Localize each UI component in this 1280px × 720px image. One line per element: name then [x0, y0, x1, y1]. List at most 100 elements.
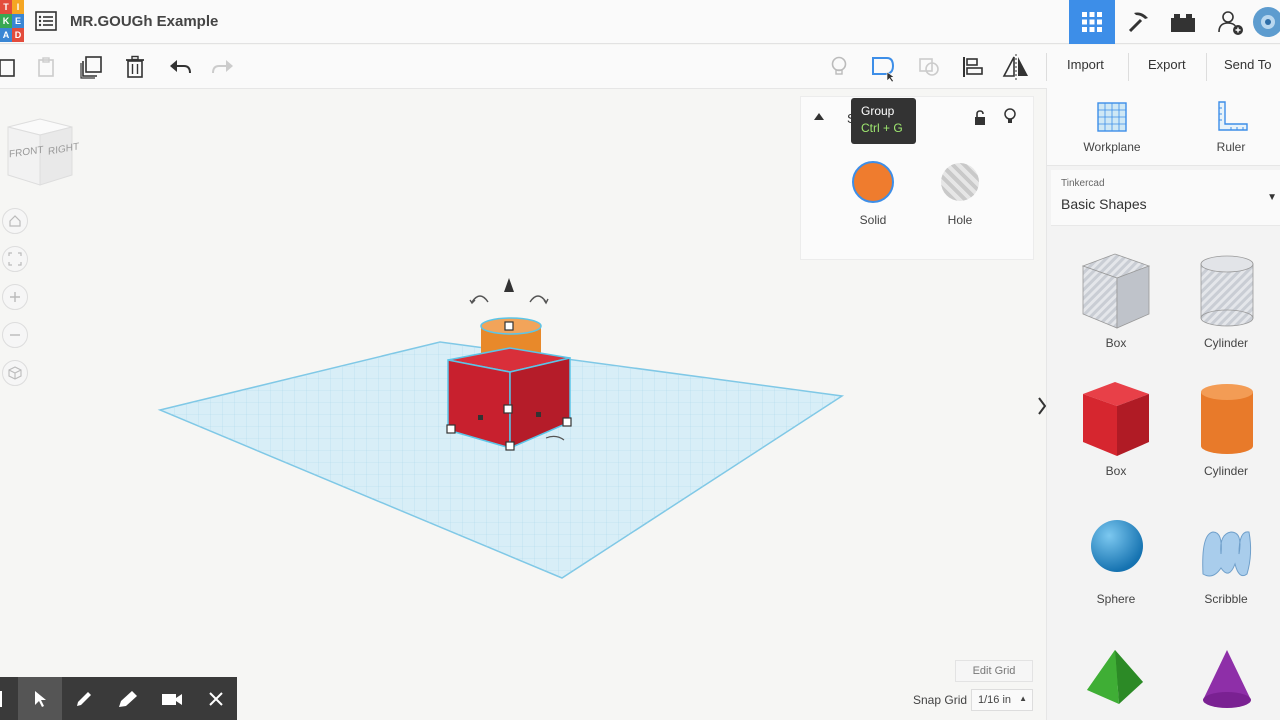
mirror-icon	[1002, 54, 1028, 80]
edit-toolbar: Import Export Send To	[0, 45, 1280, 89]
shape-scribble[interactable]	[1199, 524, 1255, 587]
home-view-button[interactable]	[2, 208, 28, 234]
close-toolbar-button[interactable]	[202, 685, 230, 713]
copy-button[interactable]	[0, 53, 22, 81]
hole-swatch[interactable]	[941, 163, 979, 201]
align-button[interactable]	[958, 53, 986, 81]
import-button[interactable]: Import	[1067, 57, 1104, 72]
perspective-cube-icon	[8, 366, 22, 380]
user-avatar[interactable]	[1252, 0, 1280, 44]
trash-icon	[126, 55, 144, 78]
design-title[interactable]: MR.GOUGh Example	[70, 13, 218, 30]
tinkercad-logo[interactable]: T I K E A D	[0, 0, 24, 42]
shape-label: Cylinder	[1203, 464, 1248, 478]
roof-icon	[1087, 650, 1143, 704]
panel-tools: Workplane Ruler	[1047, 88, 1280, 166]
paste-button[interactable]	[32, 53, 60, 81]
export-button[interactable]: Export	[1148, 57, 1186, 72]
lego-brick-button[interactable]	[1160, 0, 1206, 44]
marker-icon	[119, 691, 137, 707]
ruler-button[interactable]	[1215, 100, 1249, 134]
shapes-panel: Workplane Ruler Tinkercad Basic Shapes ▼…	[1046, 88, 1280, 720]
group-button[interactable]	[869, 53, 897, 82]
select-tool-button[interactable]	[18, 677, 62, 720]
fit-icon	[8, 252, 22, 266]
duplicate-button[interactable]	[77, 53, 105, 81]
workplane-label: Workplane	[1083, 140, 1141, 154]
snap-grid-value: 1/16 in	[978, 694, 1012, 706]
logo-letter: E	[12, 14, 24, 28]
delete-button[interactable]	[121, 53, 149, 81]
snap-grid-select[interactable]: 1/16 in ▲	[971, 689, 1033, 711]
brick-icon	[1171, 14, 1195, 32]
shape-label: Scribble	[1204, 592, 1248, 606]
design-list-icon[interactable]	[35, 11, 57, 31]
lightbulb-icon	[1004, 108, 1016, 123]
video-camera-icon	[162, 694, 182, 705]
logo-letter: T	[0, 0, 12, 14]
ungroup-button[interactable]	[915, 53, 943, 81]
avatar-icon	[1253, 7, 1280, 37]
top-bar: T I K E A D MR.GOUGh Example	[0, 0, 1280, 44]
ruler-label: Ruler	[1216, 140, 1246, 154]
library-name: Basic Shapes	[1061, 196, 1147, 212]
shape-library-select[interactable]: Tinkercad Basic Shapes ▼	[1051, 170, 1280, 226]
add-user-button[interactable]	[1207, 0, 1253, 44]
shape-roof[interactable]	[1083, 648, 1149, 713]
shape-cone[interactable]	[1199, 648, 1255, 715]
cone-icon	[1203, 650, 1251, 708]
shape-box[interactable]	[1081, 380, 1151, 463]
show-all-button[interactable]	[825, 53, 853, 81]
redo-button[interactable]	[209, 53, 237, 81]
hole-label: Hole	[947, 213, 973, 227]
zoom-in-button[interactable]	[2, 284, 28, 310]
undo-icon	[170, 60, 191, 74]
workplane-icon	[1097, 102, 1127, 132]
caret-down-icon: ▼	[1267, 192, 1277, 203]
bottom-tool-bar	[0, 677, 237, 720]
box-icon	[1083, 382, 1149, 456]
pickaxe-icon	[1128, 12, 1148, 33]
solid-color-swatch[interactable]	[852, 161, 894, 203]
toolbar-divider	[1206, 53, 1207, 81]
plus-icon	[10, 292, 20, 302]
edit-grid-button[interactable]: Edit Grid	[955, 660, 1033, 682]
mirror-button[interactable]	[1002, 53, 1030, 81]
minecraft-pickaxe-button[interactable]	[1115, 0, 1161, 44]
lightbulb-icon	[831, 56, 847, 75]
minus-icon	[10, 334, 20, 336]
align-icon	[963, 57, 983, 77]
shape-label: Box	[1105, 336, 1127, 350]
fit-view-button[interactable]	[2, 246, 28, 272]
orthographic-view-button[interactable]	[2, 360, 28, 386]
logo-letter: I	[12, 0, 24, 14]
cursor-icon	[35, 690, 46, 707]
pencil-tool-button[interactable]	[70, 685, 98, 713]
shape-box-hole[interactable]	[1081, 252, 1151, 335]
ruler-icon	[1218, 101, 1248, 131]
logo-letter: D	[12, 28, 24, 42]
grid-icon	[1082, 12, 1102, 32]
tooltip-shortcut: Ctrl + G	[861, 121, 903, 135]
undo-button[interactable]	[166, 53, 194, 81]
send-to-button[interactable]: Send To	[1224, 57, 1271, 72]
3d-design-view-button[interactable]	[1069, 0, 1115, 44]
duplicate-icon	[80, 56, 102, 79]
lift-arrow	[504, 278, 514, 292]
workplane-button[interactable]	[1095, 100, 1129, 134]
shape-cylinder-hole[interactable]	[1199, 254, 1255, 333]
shape-cylinder[interactable]	[1199, 382, 1255, 461]
pencil-icon	[77, 692, 91, 706]
logo-letter: K	[0, 14, 12, 28]
library-source: Tinkercad	[1061, 178, 1105, 189]
view-cube[interactable]: FRONT RIGHT	[4, 117, 79, 187]
toolbar-grip[interactable]	[0, 685, 8, 713]
camera-button[interactable]	[158, 685, 186, 713]
shape-label: Sphere	[1096, 592, 1136, 606]
logo-letter: A	[0, 28, 12, 42]
zoom-out-button[interactable]	[2, 322, 28, 348]
lock-icon	[975, 110, 985, 125]
workplane-canvas[interactable]	[150, 270, 850, 590]
shape-sphere[interactable]	[1089, 518, 1145, 579]
marker-tool-button[interactable]	[114, 685, 142, 713]
